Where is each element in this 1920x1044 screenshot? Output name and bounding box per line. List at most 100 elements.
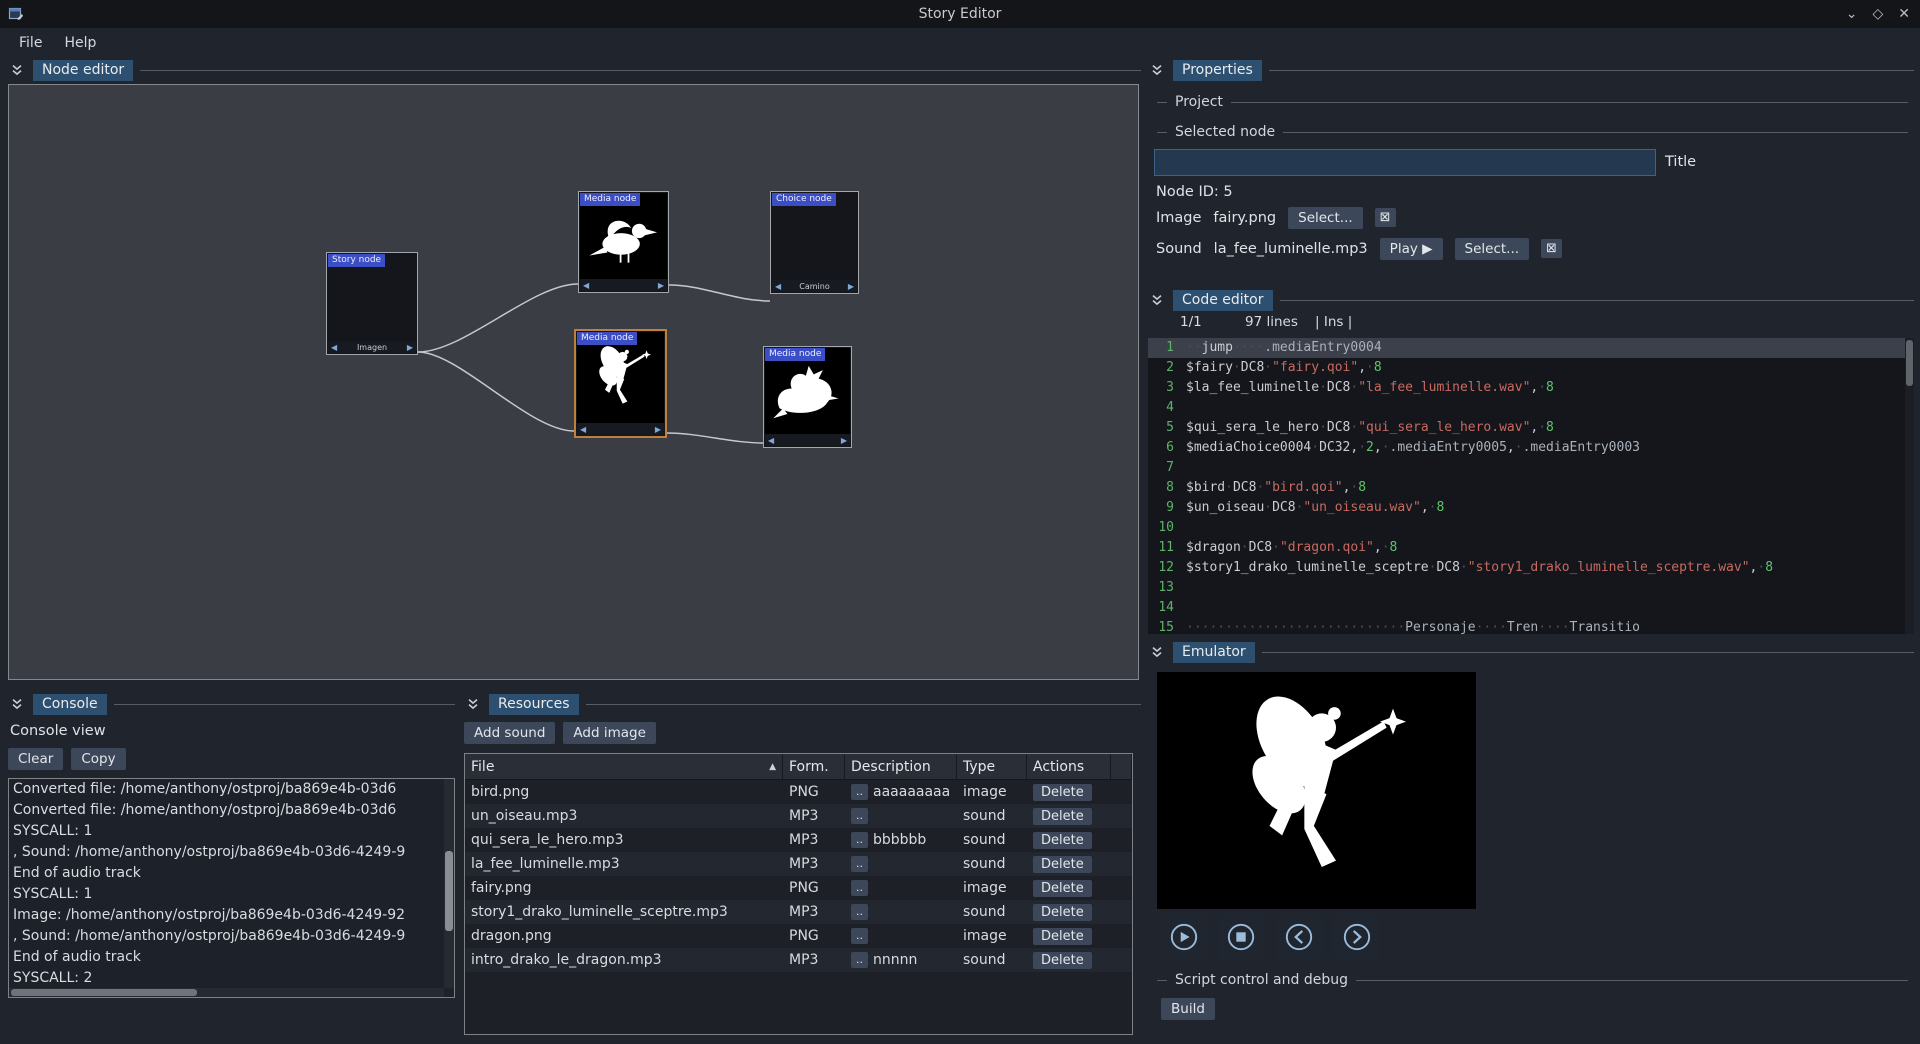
code-line[interactable]: 10 <box>1148 518 1914 538</box>
table-row[interactable]: qui_sera_le_hero.mp3MP3..bbbbbbsoundDele… <box>465 828 1132 852</box>
cell-type: image <box>957 876 1027 900</box>
input-port-icon[interactable]: ◀ <box>331 343 337 352</box>
delete-button[interactable]: Delete <box>1033 832 1092 849</box>
output-port-icon[interactable]: ▶ <box>655 425 661 434</box>
code-line[interactable]: 15····························Personaje·… <box>1148 618 1914 634</box>
delete-button[interactable]: Delete <box>1033 808 1092 825</box>
media-node-bird[interactable]: Media node ◀ ▶ <box>578 191 669 293</box>
collapse-code-editor-button[interactable] <box>1148 291 1166 309</box>
choice-node[interactable]: Choice node ◀ Camino ▶ <box>770 191 859 294</box>
collapse-emulator-button[interactable] <box>1148 643 1166 661</box>
copy-console-button[interactable]: Copy <box>71 748 125 770</box>
scrollbar-thumb[interactable] <box>11 989 197 996</box>
input-port-icon[interactable]: ◀ <box>583 281 589 290</box>
scrollbar-thumb[interactable] <box>1906 340 1913 386</box>
play-sound-button[interactable]: Play ▶ <box>1380 238 1443 260</box>
delete-button[interactable]: Delete <box>1033 928 1092 945</box>
clear-console-button[interactable]: Clear <box>8 748 63 770</box>
edit-description-button[interactable]: .. <box>851 856 868 872</box>
clear-image-button[interactable]: ⊠ <box>1375 208 1396 227</box>
delete-button[interactable]: Delete <box>1033 952 1092 969</box>
input-port-icon[interactable]: ◀ <box>580 425 586 434</box>
table-row[interactable]: dragon.pngPNG..imageDelete <box>465 924 1132 948</box>
delete-button[interactable]: Delete <box>1033 904 1092 921</box>
edit-description-button[interactable]: .. <box>851 832 868 848</box>
code-line[interactable]: 3$la_fee_luminelle·DC8·"la_fee_luminelle… <box>1148 378 1914 398</box>
table-row[interactable]: intro_drako_le_dragon.mp3MP3..nnnnnsound… <box>465 948 1132 972</box>
edit-description-button[interactable]: .. <box>851 904 868 920</box>
input-port-icon[interactable]: ◀ <box>768 436 774 445</box>
output-port-icon[interactable]: ▶ <box>658 281 664 290</box>
table-row[interactable]: la_fee_luminelle.mp3MP3..soundDelete <box>465 852 1132 876</box>
delete-button[interactable]: Delete <box>1033 784 1092 801</box>
code-line[interactable]: 14 <box>1148 598 1914 618</box>
node-footer: ◀ ▶ <box>577 423 664 435</box>
column-header-file[interactable]: File▲ <box>465 754 783 779</box>
story-node[interactable]: Story node ◀ Imagen ▶ <box>326 252 418 355</box>
media-node-fairy[interactable]: Media node ◀ ▶ <box>574 329 667 438</box>
edit-description-button[interactable]: .. <box>851 808 868 824</box>
console-vertical-scrollbar[interactable] <box>444 779 454 988</box>
collapse-resources-button[interactable] <box>464 695 482 713</box>
add-sound-button[interactable]: Add sound <box>464 722 555 744</box>
code-line[interactable]: 7 <box>1148 458 1914 478</box>
console-horizontal-scrollbar[interactable] <box>9 988 444 997</box>
cell-description: .. <box>845 900 957 924</box>
table-row[interactable]: fairy.pngPNG..imageDelete <box>465 876 1132 900</box>
edit-description-button[interactable]: .. <box>851 952 868 968</box>
delete-button[interactable]: Delete <box>1033 856 1092 873</box>
collapse-console-button[interactable] <box>8 695 26 713</box>
output-port-icon[interactable]: ▶ <box>841 436 847 445</box>
add-image-button[interactable]: Add image <box>563 722 655 744</box>
table-row[interactable]: bird.pngPNG..aaaaaaaaaimageDelete <box>465 780 1132 804</box>
column-header-description[interactable]: Description <box>845 754 957 779</box>
code-line[interactable]: 4 <box>1148 398 1914 418</box>
clear-sound-button[interactable]: ⊠ <box>1541 239 1562 258</box>
column-header-actions[interactable]: Actions <box>1027 754 1111 779</box>
scrollbar-thumb[interactable] <box>445 851 453 931</box>
collapse-properties-button[interactable] <box>1148 61 1166 79</box>
minimize-button[interactable]: ⌄ <box>1846 7 1858 21</box>
column-header-format[interactable]: Form. <box>783 754 845 779</box>
media-node-dragon[interactable]: Media node ◀ ▶ <box>763 346 852 448</box>
select-image-button[interactable]: Select... <box>1288 207 1363 229</box>
code-line[interactable]: 13 <box>1148 578 1914 598</box>
menu-help[interactable]: Help <box>53 32 107 54</box>
code-line[interactable]: 8$bird·DC8·"bird.qoi",·8 <box>1148 478 1914 498</box>
code-line[interactable]: 1··jump····.mediaEntry0004 <box>1148 338 1914 358</box>
edit-description-button[interactable]: .. <box>851 880 868 896</box>
line-text: ····························Personaje···… <box>1186 618 1640 634</box>
collapse-node-editor-button[interactable] <box>8 61 26 79</box>
input-port-icon[interactable]: ◀ <box>775 282 781 291</box>
table-row[interactable]: story1_drako_luminelle_sceptre.mp3MP3..s… <box>465 900 1132 924</box>
emulator-step-forward-button[interactable] <box>1334 914 1380 960</box>
emulator-step-back-button[interactable] <box>1276 914 1322 960</box>
output-port-icon[interactable]: ▶ <box>848 282 854 291</box>
header-rule <box>114 704 455 705</box>
code-line[interactable]: 5$qui_sera_le_hero·DC8·"qui_sera_le_hero… <box>1148 418 1914 438</box>
maximize-button[interactable]: ◇ <box>1872 7 1883 21</box>
select-sound-button[interactable]: Select... <box>1455 238 1530 260</box>
edit-description-button[interactable]: .. <box>851 784 868 800</box>
code-line[interactable]: 11$dragon·DC8·"dragon.qoi",·8 <box>1148 538 1914 558</box>
code-line[interactable]: 6$mediaChoice0004·DC32,·2,·.mediaEntry00… <box>1148 438 1914 458</box>
code-editor-scrollbar[interactable] <box>1905 338 1914 634</box>
node-editor-canvas[interactable]: Story node ◀ Imagen ▶ Media node ◀ ▶ Cho… <box>8 84 1139 680</box>
edit-description-button[interactable]: .. <box>851 928 868 944</box>
emulator-stop-button[interactable] <box>1218 914 1264 960</box>
code-editor-area[interactable]: 1··jump····.mediaEntry00042$fairy·DC8·"f… <box>1148 338 1914 634</box>
build-button[interactable]: Build <box>1161 998 1215 1020</box>
menu-file[interactable]: File <box>8 32 53 54</box>
delete-button[interactable]: Delete <box>1033 880 1092 897</box>
code-line[interactable]: 2$fairy·DC8·"fairy.qoi",·8 <box>1148 358 1914 378</box>
title-input[interactable] <box>1154 149 1656 176</box>
emulator-play-button[interactable] <box>1161 914 1207 960</box>
line-number: 3 <box>1148 378 1186 398</box>
code-line[interactable]: 9$un_oiseau·DC8·"un_oiseau.wav",·8 <box>1148 498 1914 518</box>
column-header-type[interactable]: Type <box>957 754 1027 779</box>
close-button[interactable]: ✕ <box>1898 7 1910 21</box>
table-row[interactable]: un_oiseau.mp3MP3..soundDelete <box>465 804 1132 828</box>
code-line[interactable]: 12$story1_drako_luminelle_sceptre·DC8·"s… <box>1148 558 1914 578</box>
output-port-icon[interactable]: ▶ <box>407 343 413 352</box>
console-line: , Sound: /home/anthony/ostproj/ba869e4b-… <box>9 926 454 947</box>
